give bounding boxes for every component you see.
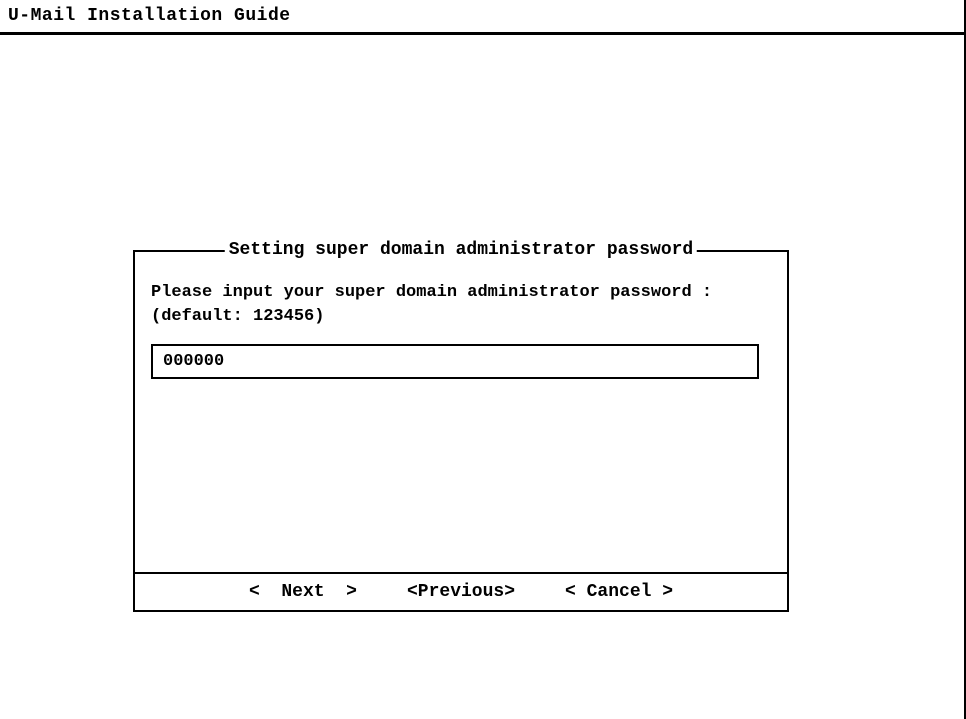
prompt-text-line2: (default: 123456) <box>151 306 771 328</box>
page-title: U-Mail Installation Guide <box>0 0 964 35</box>
dialog-body: Please input your super domain administr… <box>135 252 787 572</box>
button-bar: < Next > <Previous> < Cancel > <box>135 572 787 610</box>
cancel-button[interactable]: < Cancel > <box>565 582 673 602</box>
next-button[interactable]: < Next > <box>249 582 357 602</box>
previous-button[interactable]: <Previous> <box>407 582 515 602</box>
dialog-box: Setting super domain administrator passw… <box>133 250 789 612</box>
password-input[interactable] <box>151 344 759 379</box>
dialog-title: Setting super domain administrator passw… <box>225 240 697 260</box>
prompt-text-line1: Please input your super domain administr… <box>151 282 771 304</box>
